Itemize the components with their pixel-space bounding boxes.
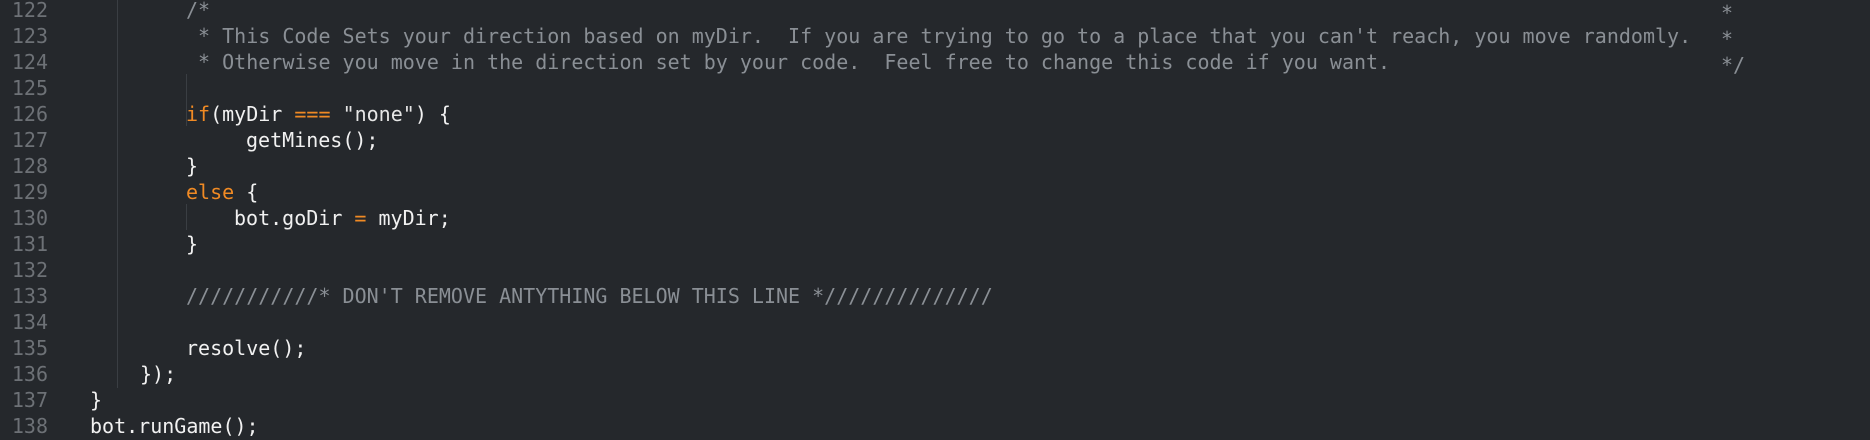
code-line[interactable]: 129 else { <box>0 179 1870 205</box>
code-token: resolve(); <box>186 336 307 360</box>
code-token: ) { <box>414 102 451 126</box>
code-token: ///////////* DON'T REMOVE ANTYTHING BELO… <box>186 284 993 308</box>
comment-border-right: * <box>1721 1 1734 25</box>
line-code: * This Code Sets your direction based on… <box>186 23 1691 49</box>
line-code: } <box>186 231 198 257</box>
code-token: * This Code Sets your direction based on… <box>186 24 1692 48</box>
code-line[interactable]: 123 * This Code Sets your direction base… <box>0 23 1870 49</box>
code-line[interactable]: 126 if(myDir === "none") { <box>0 101 1870 127</box>
line-code: resolve(); <box>186 335 306 361</box>
code-token: === <box>294 102 331 126</box>
line-code: } <box>90 387 102 413</box>
code-token: /* <box>186 0 211 22</box>
line-number: 122 <box>11 0 48 22</box>
code-line[interactable]: 136}); <box>0 361 1870 387</box>
code-line[interactable]: 127 getMines(); <box>0 127 1870 153</box>
code-line[interactable]: 134 <box>0 309 1870 335</box>
code-token: = <box>354 206 367 230</box>
code-line[interactable]: 132 <box>0 257 1870 283</box>
line-number: 125 <box>11 76 48 100</box>
code-line[interactable]: 122 /* <box>0 0 1870 23</box>
line-number: 130 <box>11 206 48 230</box>
line-code: * Otherwise you move in the direction se… <box>186 49 1390 75</box>
line-code: /* <box>186 0 210 23</box>
code-line[interactable]: 137} <box>0 387 1870 413</box>
code-token: bot.goDir <box>234 206 355 230</box>
code-token: getMines(); <box>246 128 379 152</box>
code-line[interactable]: 133 ///////////* DON'T REMOVE ANTYTHING B… <box>0 283 1870 309</box>
code-line[interactable]: 124 * Otherwise you move in the directio… <box>0 49 1870 75</box>
line-code: }); <box>140 361 176 387</box>
code-line[interactable]: 130 bot.goDir = myDir; <box>0 205 1870 231</box>
line-number: 123 <box>11 24 48 48</box>
line-code: bot.runGame(); <box>90 413 259 439</box>
line-number: 128 <box>11 154 48 178</box>
line-number: 133 <box>11 284 48 308</box>
code-line[interactable]: 135 resolve(); <box>0 335 1870 361</box>
code-line[interactable]: 131} <box>0 231 1870 257</box>
code-line[interactable]: 128} <box>0 153 1870 179</box>
code-token: myDir; <box>366 206 451 230</box>
code-token: (myDir <box>210 102 295 126</box>
line-number: 124 <box>11 50 48 74</box>
line-code: ///////////* DON'T REMOVE ANTYTHING BELO… <box>186 283 993 309</box>
code-token: } <box>90 388 103 412</box>
code-token: } <box>186 154 199 178</box>
line-number: 129 <box>11 180 48 204</box>
line-code: getMines(); <box>246 127 378 153</box>
line-number: 126 <box>11 102 48 126</box>
line-number: 137 <box>11 388 48 412</box>
line-code: if(myDir === "none") { <box>186 101 451 127</box>
code-line[interactable]: 138 bot.runGame(); <box>0 413 1870 439</box>
code-token: if <box>186 102 211 126</box>
line-code: bot.goDir = myDir; <box>234 205 451 231</box>
line-number: 131 <box>11 232 48 256</box>
comment-border-right: */ <box>1721 53 1746 77</box>
line-code: else { <box>186 179 258 205</box>
code-token: } <box>186 232 199 256</box>
line-number: 138 <box>11 414 48 438</box>
code-editor[interactable]: 122/* 123 * This Code Sets your direction… <box>0 0 1870 440</box>
line-number: 135 <box>11 336 48 360</box>
code-token: else <box>186 180 235 204</box>
code-token: { <box>234 180 259 204</box>
code-token: "none" <box>342 102 415 126</box>
line-code: } <box>186 153 198 179</box>
code-token: }); <box>140 362 177 386</box>
code-token: * Otherwise you move in the direction se… <box>186 50 1391 74</box>
line-number: 127 <box>11 128 48 152</box>
code-line[interactable]: 125 <box>0 75 1870 101</box>
comment-border-right: * <box>1721 27 1734 51</box>
line-number: 132 <box>11 258 48 282</box>
line-number: 136 <box>11 362 48 386</box>
code-token: bot.runGame(); <box>90 414 259 438</box>
line-number: 134 <box>11 310 48 334</box>
